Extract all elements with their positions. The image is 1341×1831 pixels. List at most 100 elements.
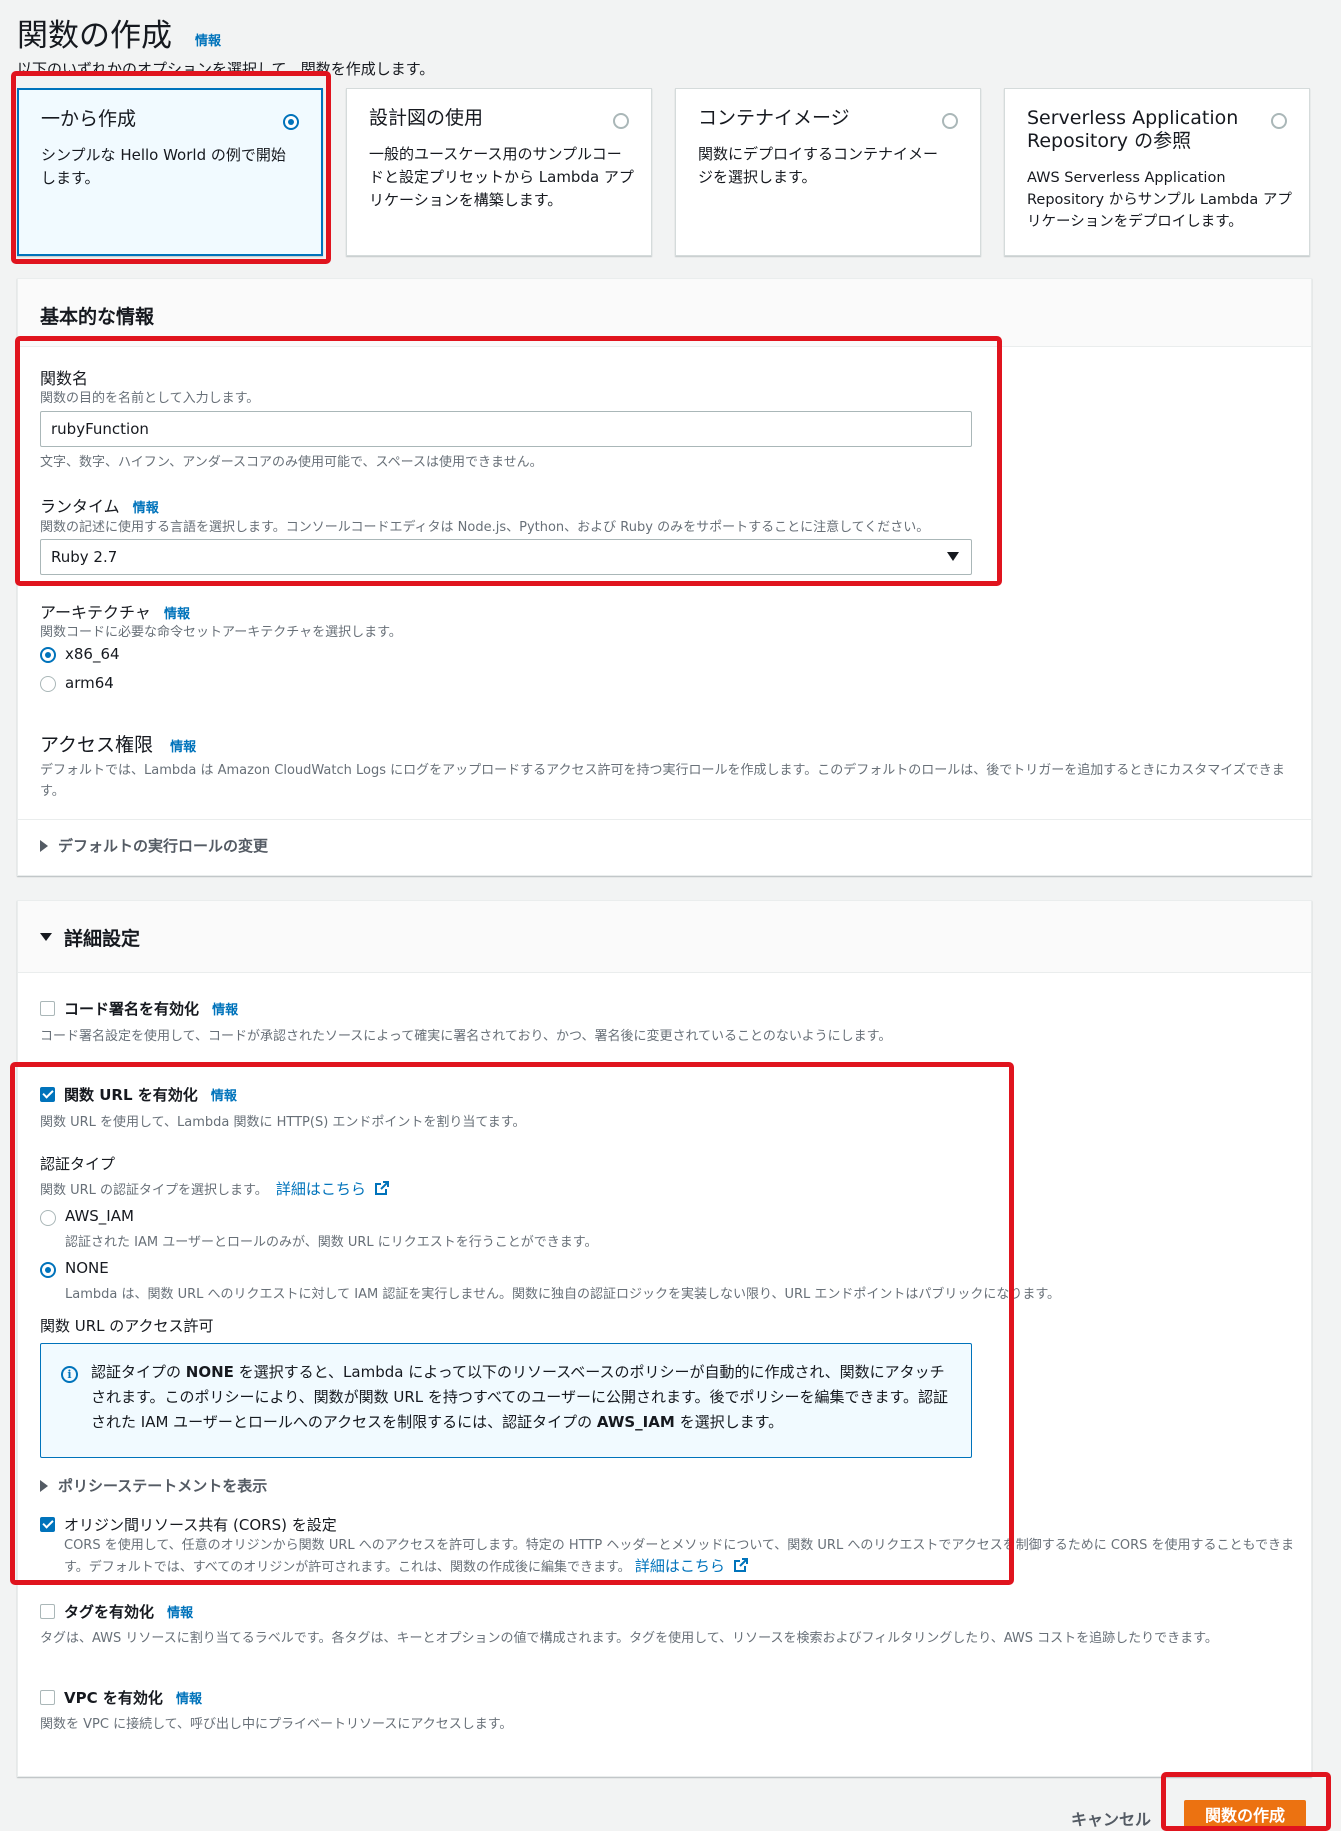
option-card-desc: AWS Serverless Application Repository から… <box>1027 170 1292 230</box>
runtime-select-value: Ruby 2.7 <box>51 548 118 566</box>
function-name-desc: 関数の目的を名前として入力します。 <box>40 391 260 406</box>
option-card-radio[interactable] <box>283 114 299 130</box>
function-url-checkbox[interactable] <box>40 1087 55 1102</box>
permissions-info-link[interactable]: 情報 <box>170 740 196 755</box>
cors-label[interactable]: オリジン間リソース共有 (CORS) を設定 <box>64 1514 337 1535</box>
cors-learn-more-link[interactable]: 詳細はこちら <box>635 1557 748 1575</box>
advanced-settings-header[interactable]: 詳細設定 <box>18 901 1311 973</box>
runtime-info-link[interactable]: 情報 <box>133 501 159 516</box>
option-card-blueprint[interactable]: 設計図の使用 一般的ユースケース用のサンプルコードと設定プリセットから Lamb… <box>346 88 652 256</box>
info-text-bold1: NONE <box>185 1363 234 1381</box>
runtime-label: ランタイム <box>40 497 120 516</box>
tags-label-row: タグを有効化 情報 <box>64 1601 193 1622</box>
permissions-divider <box>18 819 1311 820</box>
cancel-button[interactable]: キャンセル <box>1071 1806 1151 1830</box>
architecture-radio-arm64[interactable] <box>40 676 56 692</box>
cors-desc-block: CORS を使用して、任意のオリジンから関数 URL へのアクセスを許可します。… <box>64 1535 1304 1578</box>
architecture-option-arm64[interactable]: arm64 <box>65 674 114 692</box>
option-card-title: Serverless Application Repository の参照 <box>1027 107 1239 152</box>
external-link-icon <box>374 1181 389 1195</box>
auth-type-desc-row: 関数 URL の認証タイプを選択します。 詳細はこちら <box>40 1178 389 1199</box>
auth-radio-none[interactable] <box>40 1262 56 1278</box>
auth-type-learn-more-label: 詳細はこちら <box>275 1180 366 1198</box>
url-permission-label: 関数 URL のアクセス許可 <box>40 1317 214 1335</box>
auth-type-label: 認証タイプ <box>40 1155 116 1173</box>
url-permission-info-box: i 認証タイプの NONE を選択すると、Lambda によって以下のリソースベ… <box>40 1343 972 1458</box>
auth-type-learn-more-link[interactable]: 詳細はこちら <box>276 1180 389 1198</box>
advanced-settings-title: 詳細設定 <box>64 928 141 950</box>
option-card-desc: 関数にデプロイするコンテナイメージを選択します。 <box>698 145 939 186</box>
code-signing-desc: コード署名設定を使用して、コードが承認されたソースによって確実に署名されており、… <box>40 1029 892 1044</box>
url-permission-info-text: 認証タイプの NONE を選択すると、Lambda によって以下のリソースベース… <box>91 1360 951 1435</box>
function-url-info-link[interactable]: 情報 <box>211 1089 237 1104</box>
option-card-desc: 一般的ユースケース用のサンプルコードと設定プリセットから Lambda アプリケ… <box>369 145 634 209</box>
runtime-label-row: ランタイム 情報 <box>40 493 159 517</box>
auth-option-aws-iam-desc: 認証された IAM ユーザーとロールのみが、関数 URL にリクエストを行うこと… <box>65 1235 598 1250</box>
option-card-container-image[interactable]: コンテナイメージ 関数にデプロイするコンテナイメージを選択します。 <box>675 88 981 256</box>
info-circle-icon: i <box>61 1366 78 1383</box>
architecture-info-link[interactable]: 情報 <box>164 607 190 622</box>
vpc-desc: 関数を VPC に接続して、呼び出し中にプライベートリソースにアクセスします。 <box>40 1717 513 1732</box>
create-function-page: { "header": { "title": "関数の作成", "info": … <box>0 0 1341 1831</box>
external-link-icon <box>733 1558 748 1572</box>
option-card-title: 設計図の使用 <box>369 107 484 129</box>
policy-statement-expander-label: ポリシーステートメントを表示 <box>58 1477 268 1495</box>
vpc-info-link[interactable]: 情報 <box>176 1692 202 1707</box>
vpc-checkbox[interactable] <box>40 1690 55 1705</box>
option-card-desc: シンプルな Hello World の例で開始します。 <box>41 146 286 187</box>
permissions-desc: デフォルトでは、Lambda は Amazon CloudWatch Logs … <box>40 763 1285 799</box>
option-card-serverless-repo[interactable]: Serverless Application Repository の参照 AW… <box>1004 88 1310 256</box>
option-card-title: コンテナイメージ <box>698 107 850 129</box>
architecture-radio-x86[interactable] <box>40 647 56 663</box>
page-title-info-link[interactable]: 情報 <box>195 30 221 49</box>
option-card-radio[interactable] <box>613 113 629 129</box>
caret-right-icon <box>40 840 48 852</box>
basic-info-header: 基本的な情報 <box>18 279 1311 347</box>
caret-right-icon <box>40 1480 48 1492</box>
code-signing-label-row: コード署名を有効化 情報 <box>64 998 238 1019</box>
info-text-bold2: AWS_IAM <box>596 1413 675 1431</box>
option-card-title: 一から作成 <box>41 108 137 130</box>
tags-info-link[interactable]: 情報 <box>167 1606 193 1621</box>
architecture-option-x86[interactable]: x86_64 <box>65 645 120 663</box>
option-card-radio[interactable] <box>942 113 958 129</box>
architecture-desc: 関数コードに必要な命令セットアーキテクチャを選択します。 <box>40 625 402 640</box>
execution-role-expander[interactable]: デフォルトの実行ロールの変更 <box>40 835 268 856</box>
auth-option-none[interactable]: NONE <box>65 1259 109 1277</box>
cors-checkbox[interactable] <box>40 1517 55 1532</box>
code-signing-info-link[interactable]: 情報 <box>212 1003 238 1018</box>
option-card-author-from-scratch[interactable]: 一から作成 シンプルな Hello World の例で開始します。 <box>17 88 323 256</box>
basic-info-title: 基本的な情報 <box>40 306 155 328</box>
caret-down-icon <box>40 933 52 941</box>
policy-statement-expander[interactable]: ポリシーステートメントを表示 <box>40 1475 267 1496</box>
tags-desc: タグは、AWS リソースに割り当てるラベルです。各タグは、キーとオプションの値で… <box>40 1631 1218 1646</box>
function-url-desc: 関数 URL を使用して、Lambda 関数に HTTP(S) エンドポイントを… <box>40 1115 526 1130</box>
architecture-label-row: アーキテクチャ 情報 <box>40 599 190 623</box>
auth-option-aws-iam[interactable]: AWS_IAM <box>65 1207 134 1225</box>
tags-label[interactable]: タグを有効化 <box>64 1603 154 1621</box>
code-signing-checkbox[interactable] <box>40 1001 55 1016</box>
vpc-label-row: VPC を有効化 情報 <box>64 1687 202 1708</box>
info-text-part1: 認証タイプの <box>91 1363 186 1381</box>
function-name-constraint: 文字、数字、ハイフン、アンダースコアのみ使用可能で、スペースは使用できません。 <box>40 455 543 470</box>
auth-type-desc: 関数 URL の認証タイプを選択します。 <box>40 1183 268 1198</box>
function-name-label: 関数名 <box>40 369 89 388</box>
auth-radio-aws-iam[interactable] <box>40 1210 56 1226</box>
permissions-label-row: アクセス権限 情報 <box>40 730 196 757</box>
option-card-radio[interactable] <box>1271 113 1287 129</box>
code-signing-label[interactable]: コード署名を有効化 <box>64 1000 199 1018</box>
tags-checkbox[interactable] <box>40 1604 55 1619</box>
function-url-label-row: 関数 URL を有効化 情報 <box>64 1084 237 1105</box>
runtime-select[interactable]: Ruby 2.7 <box>40 539 972 575</box>
function-url-label[interactable]: 関数 URL を有効化 <box>64 1086 198 1104</box>
basic-info-panel: 基本的な情報 関数名 関数の目的を名前として入力します。 rubyFunctio… <box>17 278 1312 876</box>
function-name-input[interactable]: rubyFunction <box>40 411 972 447</box>
vpc-label[interactable]: VPC を有効化 <box>64 1689 163 1707</box>
auth-option-none-desc: Lambda は、関数 URL へのリクエストに対して IAM 認証を実行しませ… <box>65 1287 1061 1302</box>
runtime-desc: 関数の記述に使用する言語を選択します。コンソールコードエディタは Node.js… <box>40 520 930 535</box>
caret-down-icon <box>947 552 959 561</box>
create-function-button[interactable]: 関数の作成 <box>1184 1800 1306 1831</box>
page-title: 関数の作成 <box>17 18 172 54</box>
advanced-settings-panel: 詳細設定 コード署名を有効化 情報 コード署名設定を使用して、コードが承認された… <box>17 900 1312 1777</box>
info-text-part3: を選択します。 <box>674 1413 784 1431</box>
